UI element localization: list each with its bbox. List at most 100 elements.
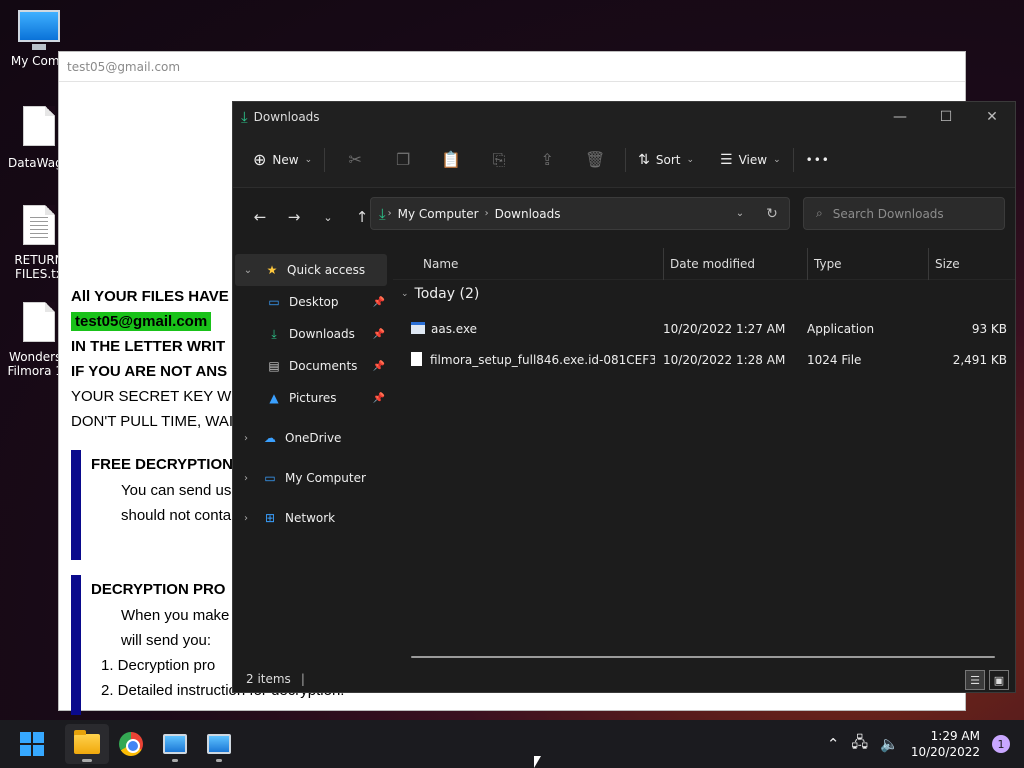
refresh-icon[interactable]: ↻	[755, 206, 789, 222]
nav-item-documents[interactable]: ▤ Documents 📌	[233, 350, 389, 382]
file-explorer-window[interactable]: ⤓ Downloads — ☐ ✕ ⊕ New ⌄ ✂ ❐ 📋 ⎘ ⇪ 🗑 ⇅ …	[232, 101, 1016, 693]
system-tray: ⌃ 🖧 🔈 1:29 AM 10/20/2022 1	[827, 728, 1024, 760]
chevron-right-icon: ›	[387, 208, 392, 219]
nav-item-network[interactable]: › ⊞ Network	[233, 502, 389, 534]
recent-locations-chevron-icon[interactable]: ⌄	[311, 211, 345, 224]
large-icons-view-icon[interactable]: ▣	[989, 670, 1009, 690]
nav-item-downloads[interactable]: ⤓ Downloads 📌	[233, 318, 389, 350]
copy-icon[interactable]: ❐	[379, 150, 427, 169]
address-dropdown-chevron-icon[interactable]: ⌄	[725, 208, 755, 219]
more-options-button[interactable]: •••	[800, 147, 836, 173]
view-button[interactable]: ☰ View ⌄	[714, 146, 787, 174]
remote-desktop-icon	[207, 734, 231, 754]
nav-label: Pictures	[289, 391, 337, 405]
star-icon: ★	[266, 263, 278, 277]
close-button[interactable]: ✕	[969, 102, 1015, 132]
remote-desktop-icon	[163, 734, 187, 754]
view-list-icon: ☰	[720, 151, 733, 168]
table-row[interactable]: aas.exe 10/20/2022 1:27 AM Application 9…	[405, 314, 1007, 344]
application-icon	[411, 322, 425, 334]
picture-icon: ▲	[269, 391, 279, 405]
file-type: Application	[807, 322, 875, 336]
file-icon	[23, 302, 55, 342]
paste-icon[interactable]: 📋	[427, 150, 475, 169]
new-label: New	[272, 152, 299, 167]
taskbar-file-explorer[interactable]	[65, 724, 109, 764]
pin-icon: 📌	[372, 392, 385, 404]
window-title: Downloads	[253, 110, 320, 124]
desktop-icon: ▭	[268, 295, 280, 309]
nav-label: Quick access	[287, 263, 366, 277]
nav-item-my-computer[interactable]: › ▭ My Computer	[233, 462, 389, 494]
column-header-type[interactable]: Type	[807, 248, 842, 280]
forward-arrow-icon[interactable]: →	[277, 208, 311, 226]
nav-item-desktop[interactable]: ▭ Desktop 📌	[233, 286, 389, 318]
breadcrumb-my-computer[interactable]: My Computer	[398, 207, 479, 221]
chevron-up-icon[interactable]: ⌃	[827, 735, 840, 753]
minimize-button[interactable]: —	[877, 102, 923, 132]
computer-icon	[18, 10, 60, 50]
search-input[interactable]	[832, 206, 983, 221]
expand-chevron-icon[interactable]: ›	[233, 433, 259, 444]
search-icon: ⌕	[816, 206, 823, 220]
cut-icon[interactable]: ✂	[331, 150, 379, 169]
breadcrumb-downloads[interactable]: Downloads	[495, 207, 561, 221]
title-bar[interactable]: ⤓ Downloads — ☐ ✕	[233, 102, 1015, 132]
search-box[interactable]: ⌕	[803, 197, 1005, 230]
expand-chevron-icon[interactable]: ⌄	[235, 265, 261, 276]
maximize-button[interactable]: ☐	[923, 102, 969, 132]
nav-item-pictures[interactable]: ▲ Pictures 📌	[233, 382, 389, 414]
taskbar: ⌃ 🖧 🔈 1:29 AM 10/20/2022 1	[0, 720, 1024, 768]
file-type: 1024 File	[807, 353, 862, 367]
back-arrow-icon[interactable]: ←	[243, 208, 277, 226]
nav-item-quick-access[interactable]: ⌄ ★ Quick access	[235, 254, 387, 286]
file-name: filmora_setup_full846.exe.id-081CEF35.[t…	[411, 345, 655, 375]
address-bar[interactable]: ⤓ › My Computer › Downloads ⌄ ↻	[370, 197, 790, 230]
file-icon	[23, 106, 55, 146]
nav-label: Downloads	[289, 327, 355, 341]
sort-button[interactable]: ⇅ Sort ⌄	[632, 146, 700, 174]
taskbar-app-2[interactable]	[197, 724, 241, 764]
column-header-date-modified[interactable]: Date modified	[663, 248, 755, 280]
windows-logo-icon	[20, 732, 44, 756]
text-file-icon	[23, 205, 55, 245]
file-date: 10/20/2022 1:27 AM	[663, 322, 786, 336]
new-button[interactable]: ⊕ New ⌄	[247, 144, 318, 175]
group-header-today[interactable]: ⌄ Today (2)	[401, 286, 479, 302]
horizontal-scrollbar[interactable]	[411, 656, 995, 658]
nav-label: Desktop	[289, 295, 339, 309]
details-view-icon[interactable]: ☰	[965, 670, 985, 690]
column-header-size[interactable]: Size	[928, 248, 960, 280]
nav-label: My Computer	[285, 471, 366, 485]
sort-icon: ⇅	[638, 151, 650, 168]
clock[interactable]: 1:29 AM 10/20/2022	[911, 728, 980, 760]
taskbar-chrome[interactable]	[109, 724, 153, 764]
computer-icon: ▭	[264, 471, 276, 485]
chevron-down-icon: ⌄	[401, 289, 409, 299]
pin-icon: 📌	[372, 360, 385, 372]
nav-label: Documents	[289, 359, 358, 373]
nav-label: Network	[285, 511, 336, 525]
table-row[interactable]: filmora_setup_full846.exe.id-081CEF35.[t…	[405, 345, 1007, 375]
file-name: aas.exe	[411, 314, 651, 344]
nav-item-onedrive[interactable]: › ☁ OneDrive	[233, 422, 389, 454]
column-header-name[interactable]: Name	[423, 248, 458, 280]
delete-icon[interactable]: 🗑	[571, 150, 619, 169]
contact-email-badge: test05@gmail.com	[71, 312, 212, 331]
clock-time: 1:29 AM	[930, 729, 980, 743]
taskbar-app-1[interactable]	[153, 724, 197, 764]
expand-chevron-icon[interactable]: ›	[233, 513, 259, 524]
note-window-title: test05@gmail.com	[59, 52, 965, 82]
expand-chevron-icon[interactable]: ›	[233, 473, 259, 484]
start-button[interactable]	[10, 724, 54, 764]
plus-circle-icon: ⊕	[253, 150, 267, 169]
network-status-icon[interactable]: 🖧	[851, 732, 868, 757]
view-label: View	[738, 152, 768, 167]
rename-icon[interactable]: ⎘	[475, 150, 523, 170]
nav-label: OneDrive	[285, 431, 342, 445]
volume-icon[interactable]: 🔈	[880, 735, 899, 753]
share-icon[interactable]: ⇪	[523, 150, 571, 169]
chevron-down-icon: ⌄	[686, 154, 695, 165]
notification-badge[interactable]: 1	[992, 735, 1010, 753]
pin-icon: 📌	[372, 328, 385, 340]
